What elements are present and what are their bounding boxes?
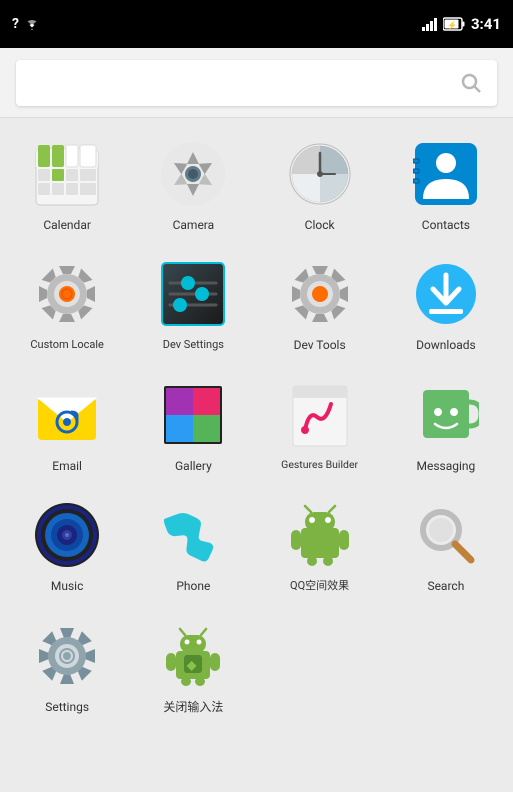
app-label-settings: Settings bbox=[45, 700, 89, 714]
app-item-qq[interactable]: QQ空间效果 bbox=[257, 487, 383, 607]
wifi-icon bbox=[23, 17, 41, 31]
app-icon-music bbox=[31, 499, 103, 571]
app-icon-dev-tools bbox=[284, 258, 356, 330]
app-label-dev-tools: Dev Tools bbox=[294, 338, 346, 352]
app-label-messaging: Messaging bbox=[416, 459, 475, 473]
app-icon-qq bbox=[284, 499, 356, 571]
app-icon-close-input: ◆ bbox=[157, 620, 229, 692]
app-grid-container: Calendar bbox=[0, 118, 513, 792]
app-label-close-input: 关闭输入法 bbox=[163, 700, 223, 714]
app-label-phone: Phone bbox=[176, 579, 210, 593]
app-label-gallery: Gallery bbox=[175, 459, 212, 473]
app-label-dev-settings: Dev Settings bbox=[163, 338, 224, 351]
app-icon-camera bbox=[157, 138, 229, 210]
app-item-phone[interactable]: Phone bbox=[130, 487, 256, 607]
app-item-camera[interactable]: Camera bbox=[130, 126, 256, 246]
app-label-search: Search bbox=[427, 579, 464, 593]
search-input[interactable] bbox=[16, 60, 497, 106]
app-label-calendar: Calendar bbox=[43, 218, 91, 232]
app-icon-downloads bbox=[410, 258, 482, 330]
app-item-custom-locale[interactable]: Custom Locale bbox=[4, 246, 130, 366]
app-icon-clock bbox=[284, 138, 356, 210]
app-label-qq: QQ空间效果 bbox=[290, 579, 349, 592]
app-item-dev-tools[interactable]: Dev Tools bbox=[257, 246, 383, 366]
app-label-contacts: Contacts bbox=[422, 218, 470, 232]
question-icon: ? bbox=[12, 16, 19, 32]
app-item-close-input[interactable]: ◆ 关闭输入法 bbox=[130, 608, 256, 728]
svg-text:◆: ◆ bbox=[186, 658, 197, 672]
battery-icon: ⚡ bbox=[443, 17, 465, 31]
app-item-downloads[interactable]: Downloads bbox=[383, 246, 509, 366]
app-icon-settings bbox=[31, 620, 103, 692]
app-item-clock[interactable]: Clock bbox=[257, 126, 383, 246]
app-icon-dev-settings bbox=[157, 258, 229, 330]
app-icon-search bbox=[410, 499, 482, 571]
status-bar: ? ⚡ 3:41 bbox=[0, 0, 513, 48]
app-label-email: Email bbox=[52, 459, 82, 473]
app-icon-gestures-builder bbox=[284, 379, 356, 451]
app-label-music: Music bbox=[51, 579, 83, 593]
app-label-camera: Camera bbox=[173, 218, 215, 232]
app-icon-email bbox=[31, 379, 103, 451]
app-item-settings[interactable]: Settings bbox=[4, 608, 130, 728]
app-icon-messaging bbox=[410, 379, 482, 451]
search-bar bbox=[0, 48, 513, 118]
app-grid: Calendar bbox=[0, 118, 513, 736]
app-label-downloads: Downloads bbox=[416, 338, 476, 352]
svg-text:⚡: ⚡ bbox=[447, 20, 457, 30]
app-label-gestures-builder: Gestures Builder bbox=[281, 459, 358, 472]
app-item-gallery[interactable]: Gallery bbox=[130, 367, 256, 487]
status-time: 3:41 bbox=[471, 15, 501, 33]
signal-icon bbox=[422, 17, 437, 31]
app-item-messaging[interactable]: Messaging bbox=[383, 367, 509, 487]
app-icon-contacts bbox=[410, 138, 482, 210]
app-icon-calendar bbox=[31, 138, 103, 210]
app-item-contacts[interactable]: Contacts bbox=[383, 126, 509, 246]
app-icon-custom-locale bbox=[31, 258, 103, 330]
app-icon-phone bbox=[157, 499, 229, 571]
app-label-custom-locale: Custom Locale bbox=[30, 338, 104, 351]
app-item-email[interactable]: Email bbox=[4, 367, 130, 487]
app-item-music[interactable]: Music bbox=[4, 487, 130, 607]
app-icon-gallery bbox=[157, 379, 229, 451]
app-item-gestures-builder[interactable]: Gestures Builder bbox=[257, 367, 383, 487]
app-item-search[interactable]: Search bbox=[383, 487, 509, 607]
app-label-clock: Clock bbox=[305, 218, 335, 232]
app-item-calendar[interactable]: Calendar bbox=[4, 126, 130, 246]
search-icon bbox=[459, 71, 483, 95]
app-item-dev-settings[interactable]: Dev Settings bbox=[130, 246, 256, 366]
